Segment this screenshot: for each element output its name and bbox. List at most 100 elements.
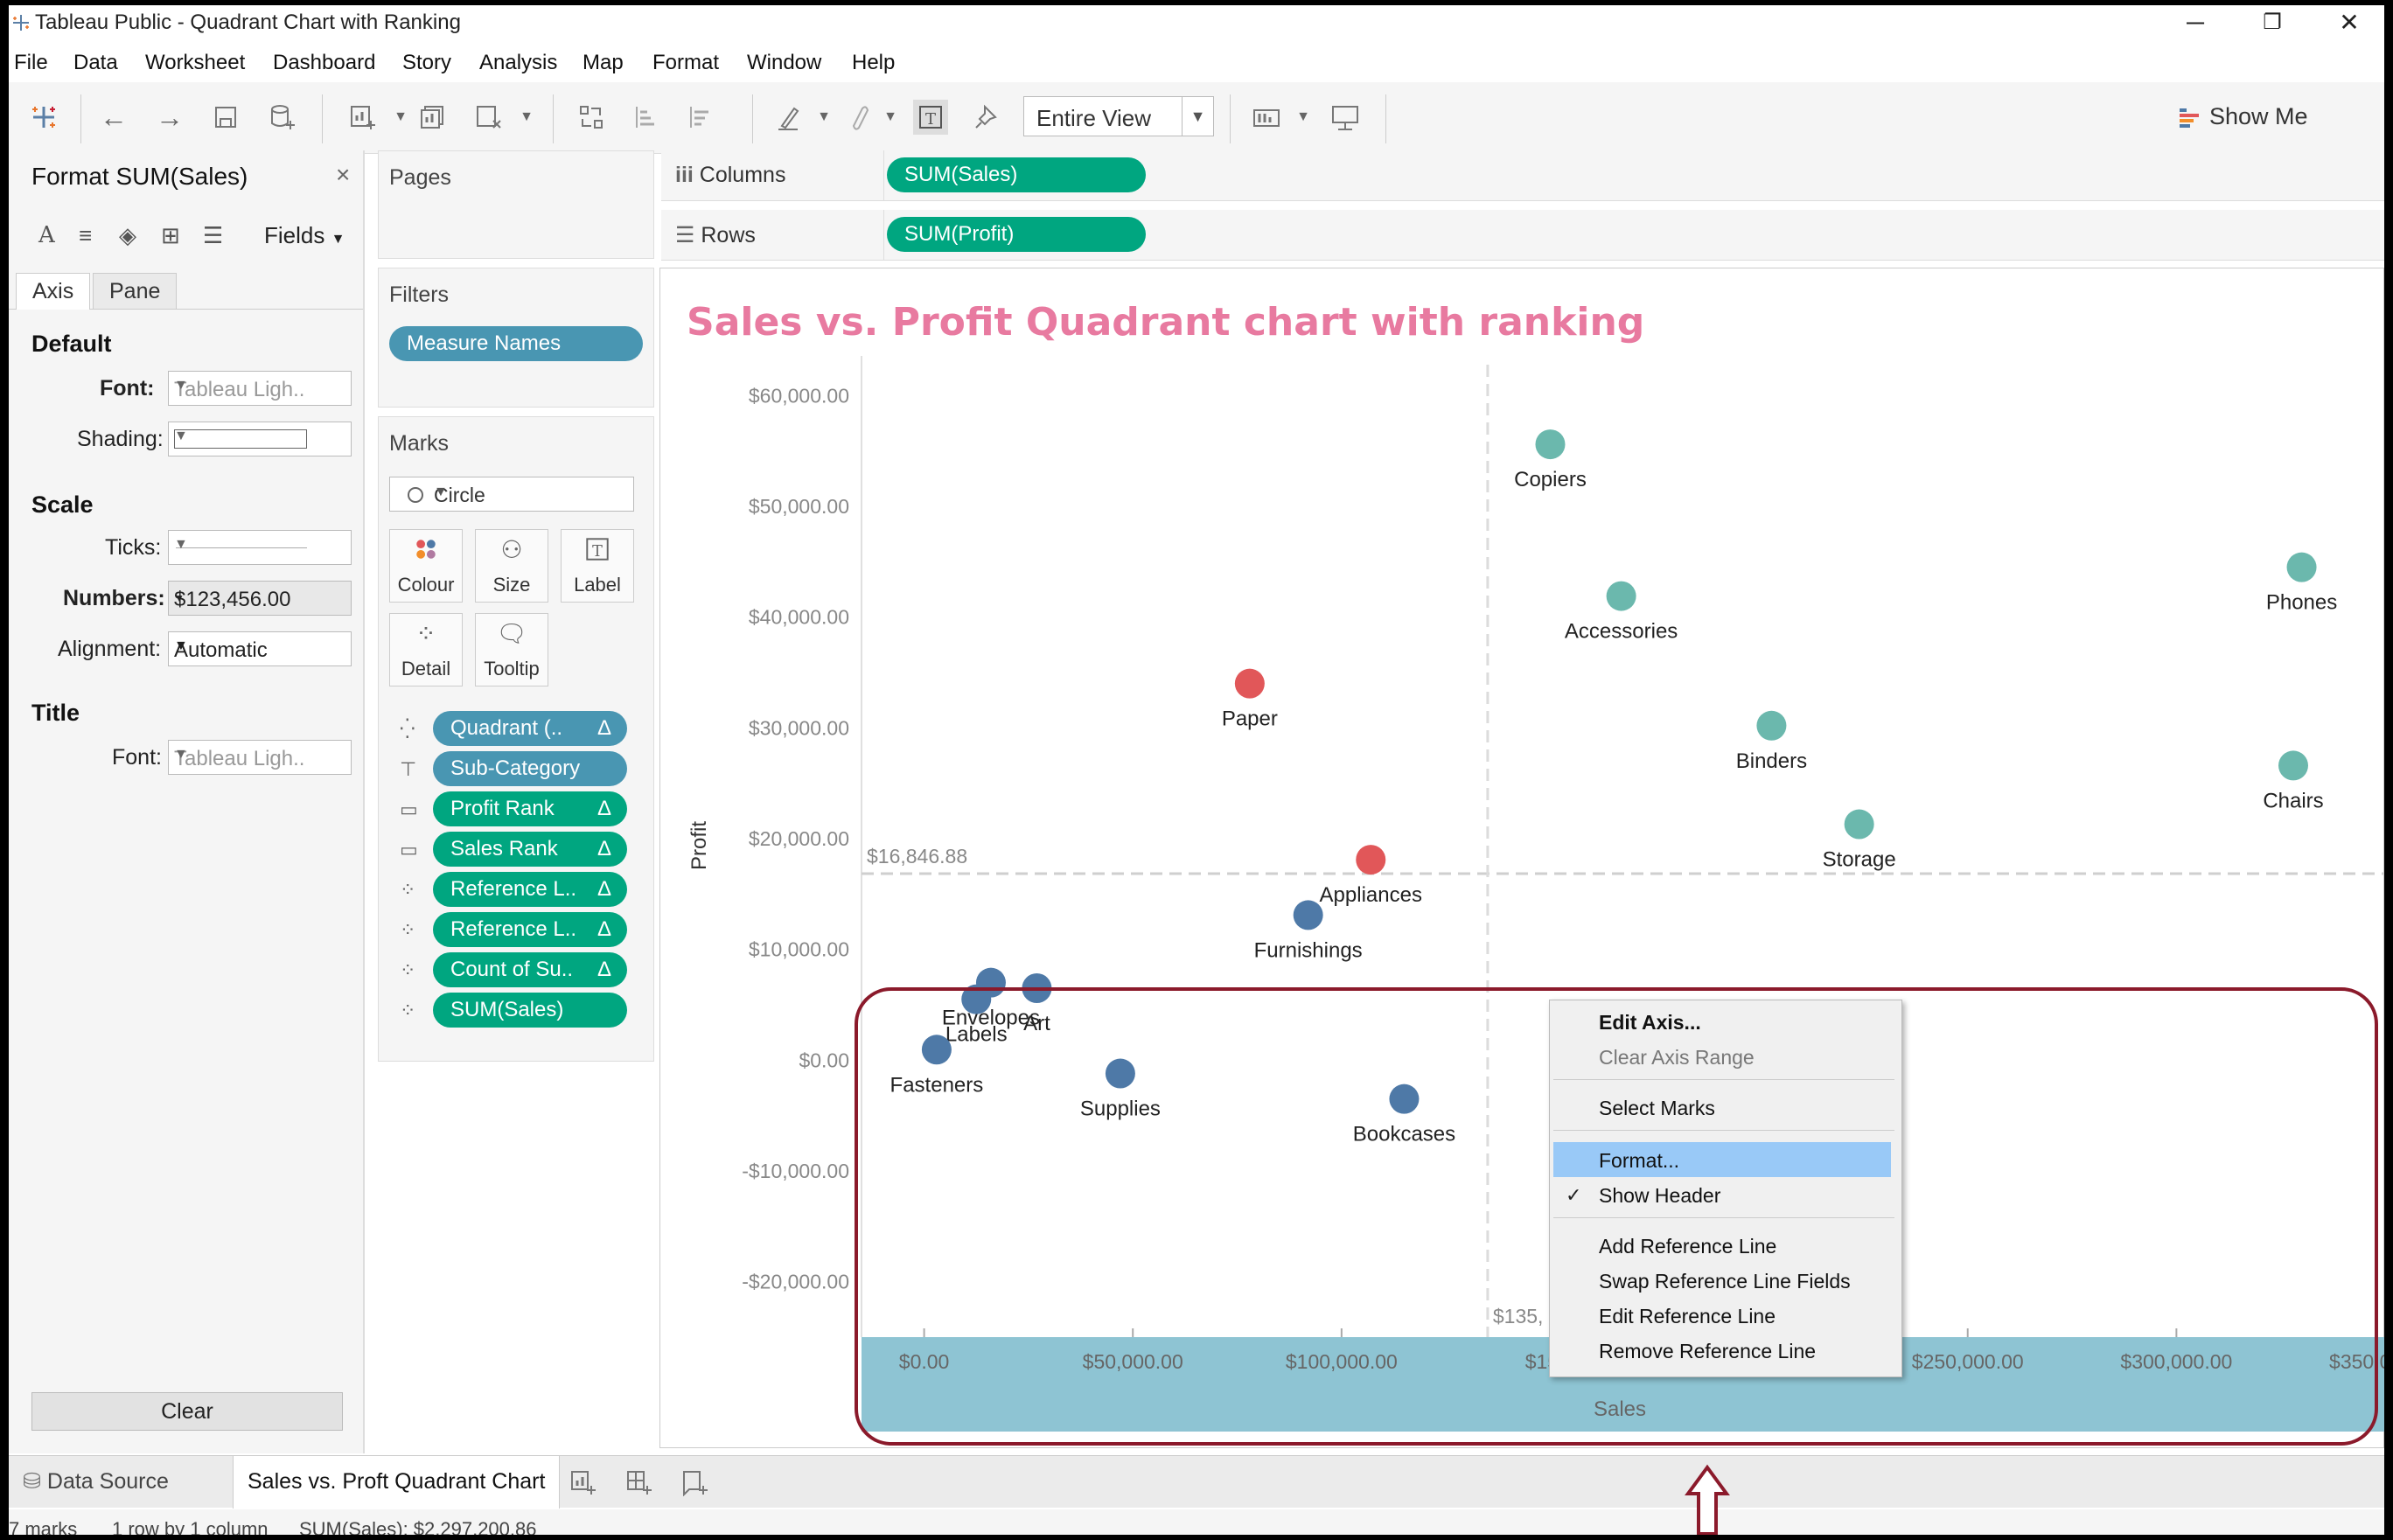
y-tick-label[interactable]: $20,000.00 [749, 827, 849, 850]
title-font-field[interactable]: Tableau Ligh.. ▼ [168, 740, 352, 775]
marks-pill-quadrant[interactable]: Quadrant (.. Δ [433, 711, 627, 746]
sheet-tab-quadrant-chart[interactable]: Sales vs. Proft Quadrant Chart [233, 1456, 561, 1509]
size-button[interactable]: ⚇ Size [475, 529, 548, 603]
data-point[interactable] [921, 1035, 952, 1065]
numbers-field[interactable]: $123,456.00 ▼ [168, 581, 352, 616]
shading-format-icon[interactable]: ◈ [119, 222, 136, 249]
marks-pill-reference-line-1[interactable]: Reference L.. Δ [433, 872, 627, 907]
data-point[interactable] [2286, 552, 2317, 582]
filters-shelf[interactable]: Filters Measure Names [378, 268, 654, 408]
lines-format-icon[interactable]: ☰ [203, 222, 223, 249]
y-axis-label[interactable]: Profit [687, 821, 711, 870]
forward-icon[interactable]: → [152, 100, 187, 135]
columns-shelf[interactable]: iii Columns SUM(Sales) [661, 150, 2384, 201]
x-tick-label[interactable]: $0.00 [899, 1350, 950, 1373]
alignment-field[interactable]: Automatic ▼ [168, 631, 352, 666]
data-point[interactable] [1389, 1084, 1420, 1114]
close-window-button[interactable]: ✕ [2314, 5, 2384, 40]
label-button[interactable]: T Label [561, 529, 634, 603]
new-dashboard-icon[interactable] [624, 1468, 652, 1496]
x-axis-label[interactable]: Sales [1594, 1397, 1646, 1421]
menu-worksheet[interactable]: Worksheet [145, 51, 245, 75]
data-point[interactable] [1756, 710, 1787, 741]
tab-axis[interactable]: Axis [16, 273, 91, 310]
menu-item-edit-axis[interactable]: Edit Axis... [1599, 1011, 1701, 1035]
new-story-icon[interactable] [680, 1468, 708, 1496]
mark-type-selector[interactable]: Circle ▼ [389, 477, 634, 512]
menu-item-format[interactable]: Format... [1599, 1149, 1679, 1173]
marks-pill-reference-line-2[interactable]: Reference L.. Δ [433, 912, 627, 947]
columns-pill-sum-sales[interactable]: SUM(Sales) [887, 157, 1146, 192]
chart-view[interactable]: Sales vs. Profit Quadrant chart with ran… [659, 268, 2384, 1448]
data-point[interactable] [1535, 429, 1566, 460]
chevron-down-icon[interactable]: ▼ [509, 100, 544, 135]
show-me-icon[interactable] [2178, 105, 2202, 129]
new-worksheet-icon[interactable] [345, 100, 380, 135]
data-point[interactable] [1844, 809, 1874, 840]
chevron-down-icon[interactable]: ▼ [383, 100, 418, 135]
fields-dropdown[interactable]: Fields ▼ [264, 222, 345, 249]
duplicate-sheet-icon[interactable] [415, 100, 450, 135]
marks-pill-count[interactable]: Count of Su.. Δ [433, 952, 627, 987]
sort-descending-icon[interactable] [682, 100, 717, 135]
shading-field[interactable]: ▼ [168, 422, 352, 456]
x-tick-label[interactable]: $300,000.00 [2120, 1350, 2232, 1373]
menu-item-clear-axis-range[interactable]: Clear Axis Range [1599, 1046, 1755, 1070]
fit-view-selector[interactable]: Entire View ▼ [1023, 96, 1214, 136]
menu-item-add-reference-line[interactable]: Add Reference Line [1599, 1235, 1776, 1258]
show-me-button[interactable]: Show Me [2209, 103, 2308, 130]
close-icon[interactable]: × [336, 161, 350, 189]
menu-dashboard[interactable]: Dashboard [273, 51, 375, 75]
font-field[interactable]: Tableau Ligh.. ▼ [168, 371, 352, 406]
presentation-mode-icon[interactable] [1328, 100, 1363, 135]
x-tick-label[interactable]: $100,000.00 [1286, 1350, 1398, 1373]
scatter-chart[interactable]: Sales vs. Profit Quadrant chart with ran… [660, 268, 2384, 1449]
y-tick-label[interactable]: -$20,000.00 [742, 1271, 849, 1293]
menu-map[interactable]: Map [583, 51, 624, 75]
x-tick-label[interactable]: $250,000.00 [1912, 1350, 2024, 1373]
y-tick-label[interactable]: $40,000.00 [749, 606, 849, 629]
data-point[interactable] [1356, 845, 1386, 875]
menu-item-swap-reference-line-fields[interactable]: Swap Reference Line Fields [1599, 1270, 1851, 1293]
data-source-tab[interactable]: ⛁ Data Source [9, 1456, 183, 1509]
save-icon[interactable] [208, 100, 243, 135]
alignment-format-icon[interactable]: ≡ [79, 222, 92, 249]
new-worksheet-icon[interactable] [569, 1468, 597, 1496]
data-point[interactable] [1293, 900, 1323, 930]
menu-data[interactable]: Data [73, 51, 118, 75]
y-tick-label[interactable]: $10,000.00 [749, 938, 849, 961]
highlight-icon[interactable] [771, 100, 806, 135]
swap-rows-columns-icon[interactable] [574, 100, 609, 135]
show-cards-icon[interactable] [1249, 100, 1284, 135]
show-mark-labels-icon[interactable]: T [913, 100, 948, 135]
tableau-start-icon[interactable] [26, 100, 61, 135]
menu-format[interactable]: Format [652, 51, 719, 75]
menu-help[interactable]: Help [852, 51, 895, 75]
restore-button[interactable]: ❐ [2237, 5, 2307, 40]
detail-button[interactable]: ⁘ Detail [389, 613, 463, 686]
fix-axes-pin-icon[interactable] [969, 100, 1004, 135]
y-tick-label[interactable]: -$10,000.00 [742, 1160, 849, 1182]
y-tick-label[interactable]: $0.00 [799, 1049, 849, 1071]
menu-item-edit-reference-line[interactable]: Edit Reference Line [1599, 1305, 1776, 1328]
clear-button[interactable]: Clear [31, 1392, 343, 1431]
chevron-down-icon[interactable]: ▼ [1182, 97, 1213, 136]
ticks-field[interactable]: ▼ [168, 530, 352, 565]
rows-pill-sum-profit[interactable]: SUM(Profit) [887, 217, 1146, 252]
menu-analysis[interactable]: Analysis [479, 51, 557, 75]
menu-item-select-marks[interactable]: Select Marks [1599, 1097, 1715, 1120]
filter-pill-measure-names[interactable]: Measure Names [389, 326, 643, 361]
pages-shelf[interactable]: Pages [378, 150, 654, 259]
borders-format-icon[interactable]: ⊞ [161, 222, 180, 249]
tab-pane[interactable]: Pane [93, 273, 178, 310]
new-data-source-icon[interactable] [264, 100, 299, 135]
tooltip-button[interactable]: 🗨 Tooltip [475, 613, 548, 686]
data-point[interactable] [2278, 750, 2309, 781]
minimize-button[interactable]: ─ [2160, 5, 2230, 40]
x-tick-label[interactable]: $50,000.00 [1083, 1350, 1183, 1373]
menu-item-show-header[interactable]: Show Header [1599, 1184, 1720, 1208]
back-icon[interactable]: ← [96, 100, 131, 135]
chevron-down-icon[interactable]: ▼ [1286, 100, 1321, 135]
data-point[interactable] [1105, 1058, 1135, 1089]
menu-window[interactable]: Window [747, 51, 821, 75]
